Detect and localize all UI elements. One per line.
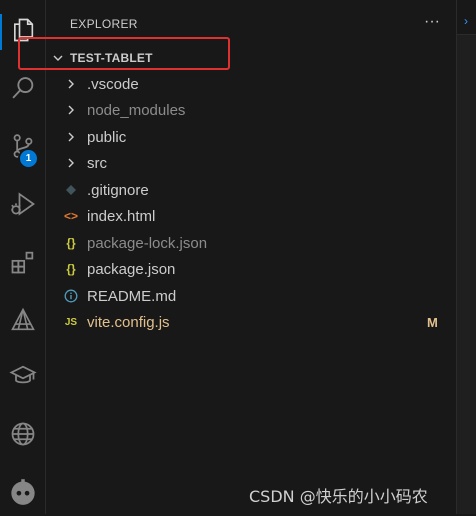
tree-item-label: package.json [87, 260, 176, 278]
triangle-icon [11, 307, 35, 331]
tree-item-readme-md[interactable]: README.md [47, 283, 456, 309]
active-indicator [0, 14, 2, 50]
files-icon [14, 18, 34, 42]
json-braces-icon: {} [66, 262, 76, 276]
editor-area-edge: › [456, 0, 476, 514]
info-icon [63, 288, 79, 304]
tree-item-package-json[interactable]: {} package.json [47, 256, 456, 282]
tree-item-vite-config-js[interactable]: JS vite.config.js M [47, 309, 456, 335]
run-debug-activity-button[interactable] [0, 180, 46, 228]
git-modified-badge: M [427, 314, 438, 330]
more-actions-button[interactable]: ··· [420, 10, 444, 34]
graduation-cap-icon [9, 365, 37, 384]
chevron-right-icon [63, 102, 79, 118]
tree-item-src[interactable]: src [47, 150, 456, 176]
learn-activity-button[interactable] [0, 352, 46, 400]
explorer-activity-button[interactable] [0, 6, 46, 54]
watermark: CSDN @快乐的小小码农 [249, 487, 428, 506]
remote-explorer-activity-button[interactable] [0, 296, 46, 344]
tree-item-gitignore[interactable]: .gitignore [47, 177, 456, 203]
search-icon [12, 77, 34, 99]
json-braces-icon: {} [66, 236, 76, 250]
chevron-right-icon [63, 76, 79, 92]
editor-tab-strip: › [457, 0, 476, 35]
robot-icon [11, 479, 35, 505]
chevron-right-icon [63, 129, 79, 145]
tree-item-label: index.html [87, 207, 156, 225]
tree-item-label: README.md [87, 287, 177, 305]
extensions-icon [11, 251, 34, 274]
js-icon: JS [64, 316, 78, 328]
tree-item-vscode[interactable]: .vscode [47, 71, 456, 97]
tree-item-node-modules[interactable]: node_modules [47, 97, 456, 123]
web-activity-button[interactable] [0, 410, 46, 458]
tree-item-label: .vscode [87, 75, 139, 93]
search-activity-button[interactable] [0, 64, 46, 112]
extensions-activity-button[interactable] [0, 238, 46, 286]
globe-icon [11, 422, 35, 446]
git-diamond-icon [63, 182, 79, 198]
chevron-down-icon [50, 50, 66, 66]
source-control-badge: 1 [18, 148, 39, 169]
html-icon: <> [63, 209, 78, 223]
tree-item-index-html[interactable]: <> index.html [47, 203, 456, 229]
tree-item-label: node_modules [87, 101, 186, 119]
assistant-activity-button[interactable] [0, 468, 46, 516]
tree-item-label: .gitignore [87, 181, 149, 199]
chevron-right-icon[interactable]: › [464, 14, 468, 28]
activity-bar: 1 [0, 0, 46, 514]
chevron-right-icon [63, 155, 79, 171]
tree-item-package-lock-json[interactable]: {} package-lock.json [47, 230, 456, 256]
run-debug-icon [11, 192, 36, 216]
root-folder-header[interactable]: TEST-TABLET [47, 46, 456, 70]
tree-item-label: vite.config.js [87, 313, 170, 331]
root-folder-label: TEST-TABLET [70, 51, 153, 65]
tree-item-label: public [87, 128, 127, 146]
explorer-title: EXPLORER [70, 17, 138, 31]
tree-item-public[interactable]: public [47, 124, 456, 150]
tree-item-label: package-lock.json [87, 234, 208, 252]
explorer-sidebar: EXPLORER ··· TEST-TABLET .vscode node_mo… [18, 0, 456, 514]
tree-item-label: src [87, 154, 107, 172]
